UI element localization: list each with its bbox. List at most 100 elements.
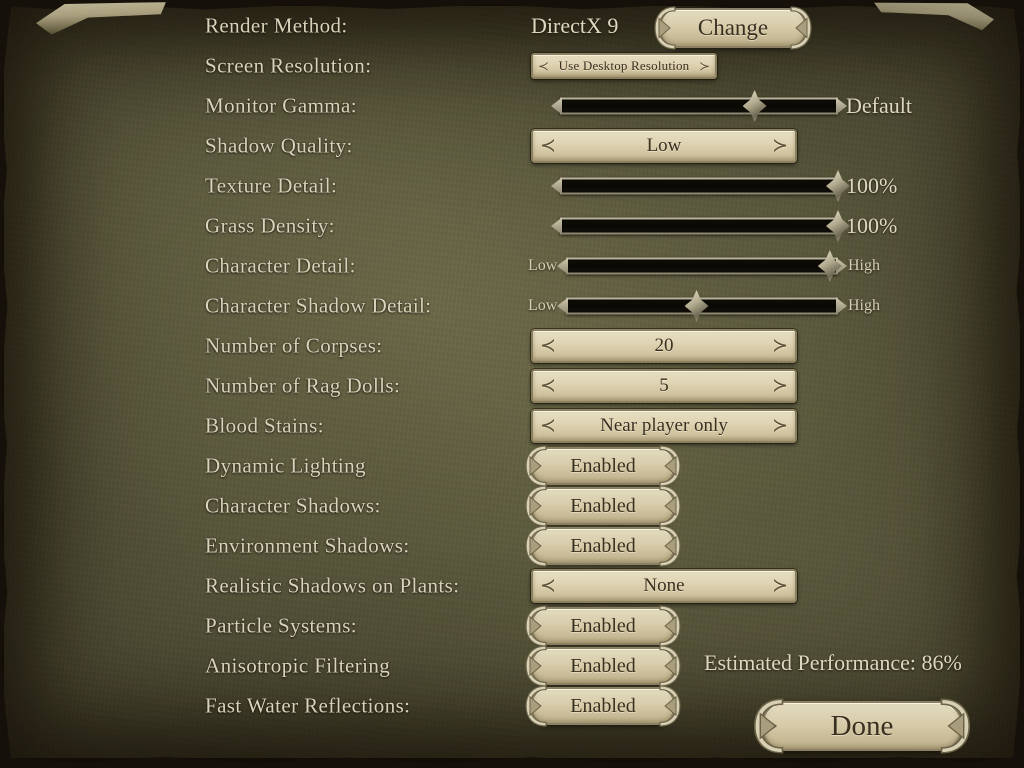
slider-value-grass-density: 100% xyxy=(846,213,898,238)
slider-handle[interactable] xyxy=(742,90,767,122)
slider-grass-density[interactable] xyxy=(560,210,850,242)
done-button[interactable]: Done xyxy=(753,698,971,754)
setting-row-texture-detail: Texture Detail: 100% xyxy=(0,166,1024,206)
setting-label-particle-systems: Particle Systems: xyxy=(205,613,358,638)
slider-track[interactable] xyxy=(560,97,838,115)
bracket-ornament-left-icon xyxy=(524,445,550,487)
selector-screen-resolution[interactable]: ≺ Use Desktop Resolution ≻ xyxy=(531,53,717,79)
bracket-ornament-right-icon xyxy=(656,685,682,727)
setting-label-shadow-quality: Shadow Quality: xyxy=(205,133,353,158)
slider-track[interactable] xyxy=(560,217,838,235)
slider-track[interactable] xyxy=(560,177,838,195)
slider-value-monitor-gamma: Default xyxy=(846,93,912,118)
toggle-value-dynamic-lighting: Enabled xyxy=(570,454,636,477)
bracket-ornament-right-icon xyxy=(656,605,682,647)
chevron-left-icon[interactable]: ≺ xyxy=(540,137,556,156)
setting-label-anisotropic-filtering: Anisotropic Filtering xyxy=(205,653,391,678)
slider-track[interactable] xyxy=(566,257,838,275)
game-video-settings-screen: Render Method: DirectX 9 Change Screen Reso… xyxy=(0,0,1024,768)
selector-value-screen-resolution: Use Desktop Resolution xyxy=(558,58,690,73)
chevron-right-icon[interactable]: ≻ xyxy=(699,60,710,73)
slider-character-shadow-detail[interactable] xyxy=(566,290,838,322)
slider-monitor-gamma[interactable] xyxy=(560,90,838,122)
setting-row-screen-resolution: Screen Resolution: ≺ Use Desktop Resolutio… xyxy=(0,46,1024,86)
setting-row-realistic-shadows-on-plants: Realistic Shadows on Plants: ≺ None ≻ xyxy=(0,566,1024,606)
setting-row-grass-density: Grass Density: 100% xyxy=(0,206,1024,246)
bracket-ornament-right-icon xyxy=(787,6,813,50)
bracket-ornament-left-icon xyxy=(524,645,550,687)
setting-label-character-shadows: Character Shadows: xyxy=(205,493,381,518)
bracket-ornament-right-icon xyxy=(656,525,682,567)
setting-label-monitor-gamma: Monitor Gamma: xyxy=(205,93,357,118)
chevron-right-icon[interactable]: ≻ xyxy=(772,417,788,436)
chevron-left-icon[interactable]: ≺ xyxy=(540,337,556,356)
selector-number-of-corpses[interactable]: ≺ 20 ≻ xyxy=(531,329,797,363)
bracket-ornament-right-icon xyxy=(656,645,682,687)
setting-row-environment-shadows: Environment Shadows: Enabled xyxy=(0,525,1024,567)
setting-label-blood-stains: Blood Stains: xyxy=(205,413,324,438)
setting-label-dynamic-lighting: Dynamic Lighting xyxy=(205,453,366,478)
toggle-button-environment-shadows[interactable]: Enabled xyxy=(525,525,681,567)
selector-value-number-of-corpses: 20 xyxy=(654,335,674,356)
slider-value-texture-detail: 100% xyxy=(846,173,898,198)
chevron-right-icon[interactable]: ≻ xyxy=(772,377,788,396)
toggle-button-particle-systems[interactable]: Enabled xyxy=(525,605,681,647)
setting-row-number-of-rag-dolls: Number of Rag Dolls: ≺ 5 ≻ xyxy=(0,366,1024,406)
setting-value-render-method: DirectX 9 xyxy=(531,13,619,38)
slider-character-detail[interactable] xyxy=(566,250,842,282)
chevron-left-icon[interactable]: ≺ xyxy=(540,417,556,436)
slider-min-label-character-shadow-detail: Low xyxy=(528,297,558,314)
selector-realistic-shadows-on-plants[interactable]: ≺ None ≻ xyxy=(531,569,797,603)
toggle-button-character-shadows[interactable]: Enabled xyxy=(525,485,681,527)
setting-label-render-method: Render Method: xyxy=(205,13,348,38)
toggle-value-character-shadows: Enabled xyxy=(570,494,636,517)
toggle-value-anisotropic-filtering: Enabled xyxy=(570,654,636,677)
slider-texture-detail[interactable] xyxy=(560,170,850,202)
setting-label-grass-density: Grass Density: xyxy=(205,213,335,238)
setting-label-character-detail: Character Detail: xyxy=(205,253,356,278)
toggle-value-environment-shadows: Enabled xyxy=(570,534,636,557)
bracket-ornament-right-icon xyxy=(656,485,682,527)
selector-value-number-of-rag-dolls: 5 xyxy=(659,375,669,396)
chevron-left-icon[interactable]: ≺ xyxy=(538,60,549,73)
slider-min-label-character-detail: Low xyxy=(528,257,558,274)
bracket-ornament-left-icon xyxy=(653,6,679,50)
slider-handle[interactable] xyxy=(684,290,709,322)
chevron-left-icon[interactable]: ≺ xyxy=(540,377,556,396)
toggle-button-fast-water-reflections[interactable]: Enabled xyxy=(525,685,681,727)
setting-label-character-shadow-detail: Character Shadow Detail: xyxy=(205,293,432,318)
selector-shadow-quality[interactable]: ≺ Low ≻ xyxy=(531,129,797,163)
setting-row-character-shadow-detail: Character Shadow Detail: Low High xyxy=(0,286,1024,326)
setting-row-render-method: Render Method: DirectX 9 Change xyxy=(0,6,1024,50)
estimated-performance-label: Estimated Performance: 86% xyxy=(704,650,962,675)
chevron-right-icon[interactable]: ≻ xyxy=(772,577,788,596)
selector-value-realistic-shadows-on-plants: None xyxy=(643,575,685,596)
slider-handle[interactable] xyxy=(817,250,842,282)
setting-label-screen-resolution: Screen Resolution: xyxy=(205,53,372,78)
setting-row-particle-systems: Particle Systems: Enabled xyxy=(0,605,1024,647)
bracket-ornament-left-icon xyxy=(524,685,550,727)
setting-row-character-detail: Character Detail: Low High xyxy=(0,246,1024,286)
change-render-method-button[interactable]: Change xyxy=(654,6,812,50)
toggle-button-dynamic-lighting[interactable]: Enabled xyxy=(525,445,681,487)
slider-max-label-character-detail: High xyxy=(848,257,880,274)
setting-label-number-of-rag-dolls: Number of Rag Dolls: xyxy=(205,373,401,398)
setting-label-texture-detail: Texture Detail: xyxy=(205,173,338,198)
bracket-ornament-left-icon xyxy=(524,485,550,527)
setting-row-number-of-corpses: Number of Corpses: ≺ 20 ≻ xyxy=(0,326,1024,366)
chevron-right-icon[interactable]: ≻ xyxy=(772,337,788,356)
toggle-button-anisotropic-filtering[interactable]: Enabled xyxy=(525,645,681,687)
selector-blood-stains[interactable]: ≺ Near player only ≻ xyxy=(531,409,797,443)
setting-label-environment-shadows: Environment Shadows: xyxy=(205,533,410,558)
chevron-left-icon[interactable]: ≺ xyxy=(540,577,556,596)
setting-label-fast-water-reflections: Fast Water Reflections: xyxy=(205,693,411,718)
bracket-ornament-left-icon xyxy=(524,605,550,647)
done-button-label: Done xyxy=(830,709,894,742)
bracket-ornament-left-icon xyxy=(524,525,550,567)
slider-max-label-character-shadow-detail: High xyxy=(848,297,880,314)
setting-row-shadow-quality: Shadow Quality: ≺ Low ≻ xyxy=(0,126,1024,166)
chevron-right-icon[interactable]: ≻ xyxy=(772,137,788,156)
selector-number-of-rag-dolls[interactable]: ≺ 5 ≻ xyxy=(531,369,797,403)
setting-label-realistic-shadows-on-plants: Realistic Shadows on Plants: xyxy=(205,573,460,598)
setting-label-number-of-corpses: Number of Corpses: xyxy=(205,333,383,358)
